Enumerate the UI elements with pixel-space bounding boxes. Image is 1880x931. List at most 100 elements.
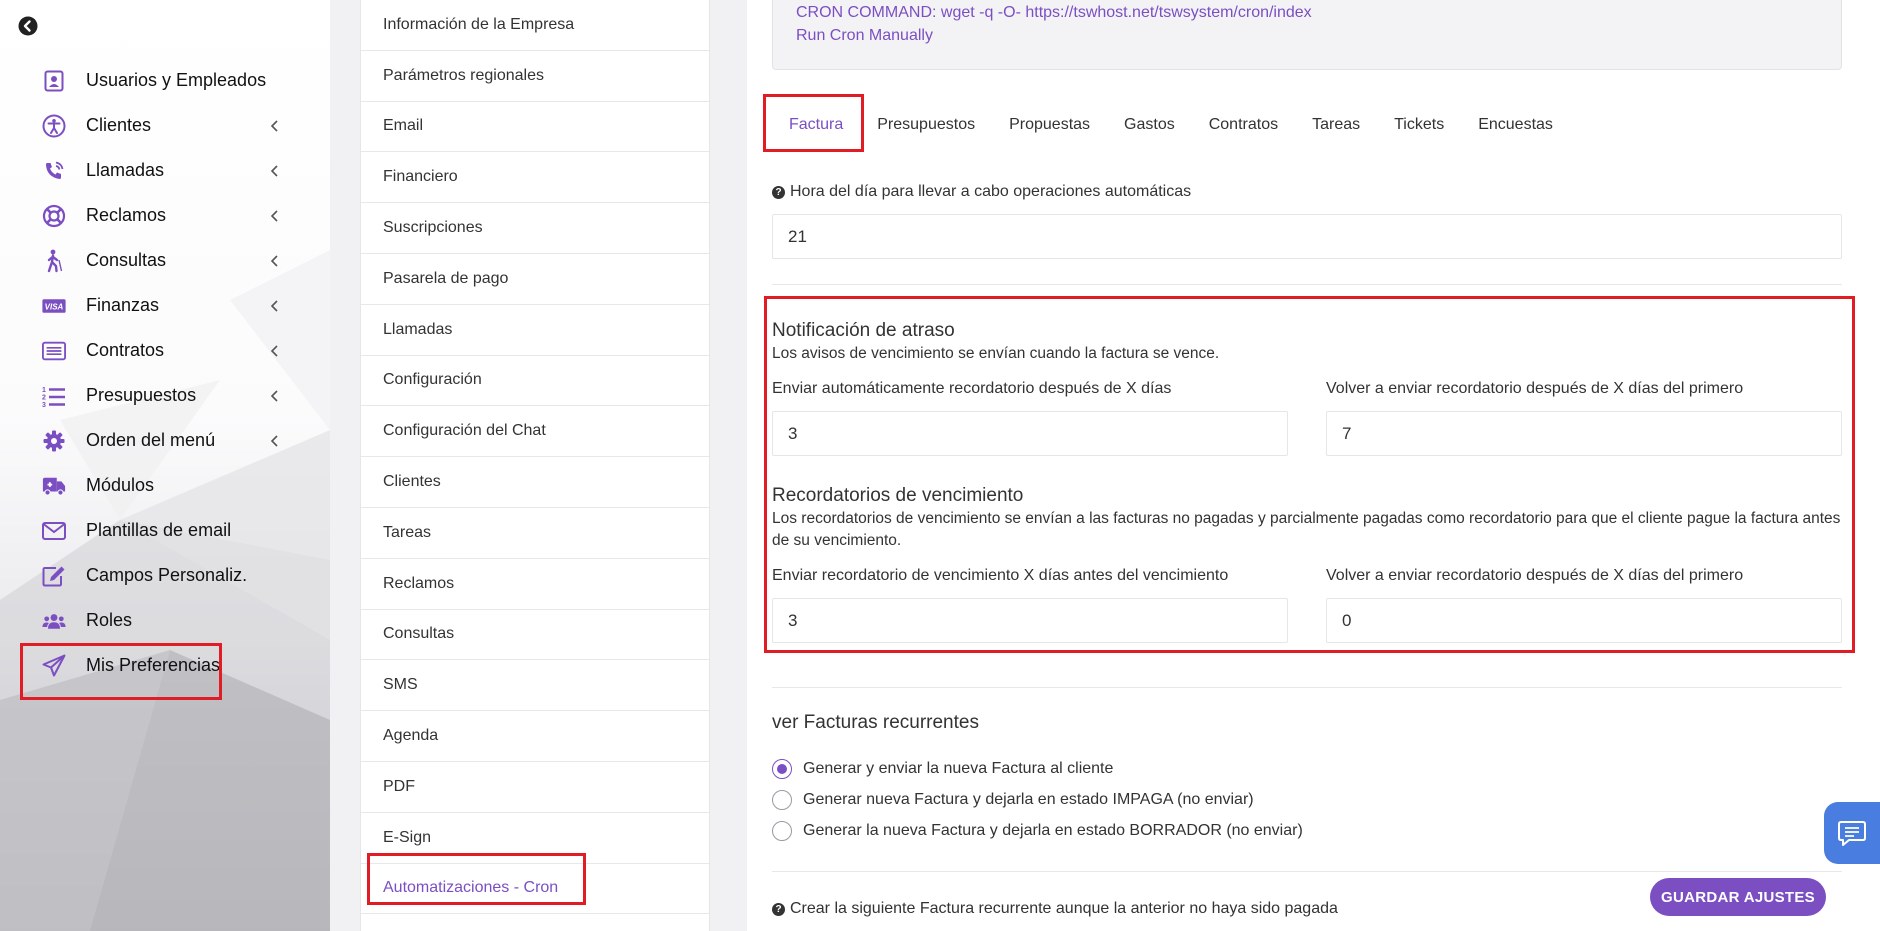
settings-item-financiero[interactable]: Financiero: [361, 152, 709, 204]
sidebar-item-label: Clientes: [86, 115, 152, 135]
contact-card-icon: [42, 69, 66, 93]
recurring-option-draft[interactable]: Generar la nueva Factura y dejarla en es…: [772, 821, 1303, 841]
sidebar-item-label: Mis Preferencias: [86, 655, 221, 675]
main-sidebar: Usuarios y Empleados Clientes Llamadas R…: [0, 0, 330, 931]
radio-label: Generar y enviar la nueva Factura al cli…: [803, 760, 1114, 777]
phone-ringing-icon: [42, 159, 66, 183]
svg-text:3: 3: [42, 402, 46, 407]
hour-input[interactable]: 21: [772, 214, 1842, 259]
due-before-days-input[interactable]: 3: [772, 598, 1288, 643]
chevron-left-icon: [270, 210, 278, 222]
sidebar-item-consultas[interactable]: Consultas: [0, 238, 330, 283]
radio-label: Generar nueva Factura y dejarla en estad…: [803, 791, 1254, 808]
due-reminders-title: Recordatorios de vencimiento: [772, 485, 1024, 506]
settings-item-pdf[interactable]: PDF: [361, 762, 709, 813]
overdue-resend-days-input[interactable]: 7: [1326, 411, 1842, 456]
sidebar-item-label: Consultas: [86, 250, 167, 270]
sidebar-item-label: Roles: [86, 610, 133, 630]
overdue-title: Notificación de atraso: [772, 320, 955, 341]
chevron-left-icon: [270, 120, 278, 132]
sidebar-item-modulos[interactable]: Módulos: [0, 463, 330, 508]
sidebar-item-llamadas[interactable]: Llamadas: [0, 148, 330, 193]
settings-item-sms[interactable]: SMS: [361, 660, 709, 712]
sidebar-item-label: Plantillas de email: [86, 520, 232, 540]
settings-item-email[interactable]: Email: [361, 102, 709, 153]
tab-contratos[interactable]: Contratos: [1192, 103, 1295, 147]
sidebar-item-label: Módulos: [86, 475, 155, 495]
sidebar-item-label: Llamadas: [86, 160, 165, 180]
gear-icon: [42, 429, 66, 453]
settings-item-suscripciones[interactable]: Suscripciones: [361, 203, 709, 254]
sidebar-item-presupuestos[interactable]: 123 Presupuestos: [0, 373, 330, 418]
overdue-resend-label: Volver a enviar recordatorio después de …: [1326, 380, 1744, 397]
due-resend-label: Volver a enviar recordatorio después de …: [1326, 567, 1744, 584]
accessibility-icon: [42, 114, 66, 138]
edit-icon: [42, 564, 66, 588]
sidebar-item-finanzas[interactable]: VISA Finanzas: [0, 283, 330, 328]
settings-item-configuracion[interactable]: Configuración: [361, 356, 709, 407]
settings-item-consultas[interactable]: Consultas: [361, 610, 709, 661]
hour-label: ? Hora del día para llevar a cabo operaci…: [772, 183, 1191, 201]
recurring-option-unpaid[interactable]: Generar nueva Factura y dejarla en estad…: [772, 790, 1254, 810]
tab-tickets[interactable]: Tickets: [1377, 103, 1461, 147]
settings-item-agenda[interactable]: Agenda: [361, 711, 709, 762]
sidebar-item-label: Finanzas: [86, 295, 160, 315]
divider: [772, 871, 1842, 872]
sidebar-item-campos-personaliz[interactable]: Campos Personaliz.: [0, 553, 330, 598]
settings-item-tareas[interactable]: Tareas: [361, 508, 709, 559]
radio-button[interactable]: [772, 821, 792, 841]
cron-command-text: CRON COMMAND: wget -q -O- https://tswhos…: [796, 4, 1312, 21]
settings-item-parametros-regionales[interactable]: Parámetros regionales: [361, 51, 709, 102]
settings-item-llamadas[interactable]: Llamadas: [361, 305, 709, 356]
chevron-left-icon: [270, 435, 278, 447]
sidebar-item-label: Presupuestos: [86, 385, 197, 405]
settings-menu: Información de la Empresa Parámetros reg…: [360, 0, 710, 931]
settings-item-esign[interactable]: E-Sign: [361, 813, 709, 864]
divider: [772, 687, 1842, 688]
radio-button-checked[interactable]: [772, 759, 792, 779]
lifebuoy-icon: [42, 204, 66, 228]
sidebar-item-orden-menu[interactable]: Orden del menú: [0, 418, 330, 463]
due-resend-days-input[interactable]: 0: [1326, 598, 1842, 643]
svg-text:VISA: VISA: [45, 302, 64, 311]
tab-encuestas[interactable]: Encuestas: [1461, 103, 1570, 147]
sidebar-item-usuarios[interactable]: Usuarios y Empleados: [0, 58, 330, 103]
svg-text:1: 1: [42, 387, 46, 394]
settings-item-informacion-empresa[interactable]: Información de la Empresa: [361, 0, 709, 51]
overdue-auto-days-input[interactable]: 3: [772, 411, 1288, 456]
visa-card-icon: VISA: [42, 294, 66, 318]
create-next-recurring-label: ? Crear la siguiente Factura recurrente a…: [772, 900, 1338, 918]
settings-item-clientes[interactable]: Clientes: [361, 457, 709, 508]
help-icon: ?: [772, 903, 785, 916]
chevron-left-icon: [270, 300, 278, 312]
save-settings-button[interactable]: GUARDAR AJUSTES: [1650, 878, 1826, 916]
tab-tareas[interactable]: Tareas: [1295, 103, 1377, 147]
recurring-option-send[interactable]: Generar y enviar la nueva Factura al cli…: [772, 759, 1113, 779]
sidebar-item-clientes[interactable]: Clientes: [0, 103, 330, 148]
sidebar-nav: Usuarios y Empleados Clientes Llamadas R…: [0, 58, 330, 688]
sidebar-item-plantillas-email[interactable]: Plantillas de email: [0, 508, 330, 553]
sidebar-item-reclamos[interactable]: Reclamos: [0, 193, 330, 238]
sidebar-item-label: Reclamos: [86, 205, 167, 225]
walking-person-icon: [42, 249, 66, 273]
chevron-left-icon: [270, 255, 278, 267]
chat-widget-button[interactable]: [1824, 802, 1880, 864]
automation-tabs: Factura Presupuestos Propuestas Gastos C…: [772, 100, 1570, 150]
settings-item-configuracion-chat[interactable]: Configuración del Chat: [361, 406, 709, 458]
sidebar-item-mis-preferencias[interactable]: Mis Preferencias: [0, 643, 330, 688]
tab-gastos[interactable]: Gastos: [1107, 103, 1192, 147]
numbered-list-icon: 123: [42, 384, 66, 408]
settings-item-automatizaciones-cron[interactable]: Automatizaciones - Cron: [361, 864, 709, 915]
paper-plane-icon: [42, 654, 66, 678]
tab-propuestas[interactable]: Propuestas: [992, 103, 1107, 147]
chevron-left-icon: [270, 390, 278, 402]
settings-item-pasarela-pago[interactable]: Pasarela de pago: [361, 254, 709, 305]
radio-button[interactable]: [772, 790, 792, 810]
sidebar-item-roles[interactable]: Roles: [0, 598, 330, 643]
run-cron-manually-link[interactable]: Run Cron Manually: [796, 24, 1818, 47]
back-arrow-icon[interactable]: [18, 16, 38, 36]
settings-item-reclamos[interactable]: Reclamos: [361, 559, 709, 610]
sidebar-item-contratos[interactable]: Contratos: [0, 328, 330, 373]
tab-presupuestos[interactable]: Presupuestos: [860, 103, 992, 147]
envelope-icon: [42, 519, 66, 543]
